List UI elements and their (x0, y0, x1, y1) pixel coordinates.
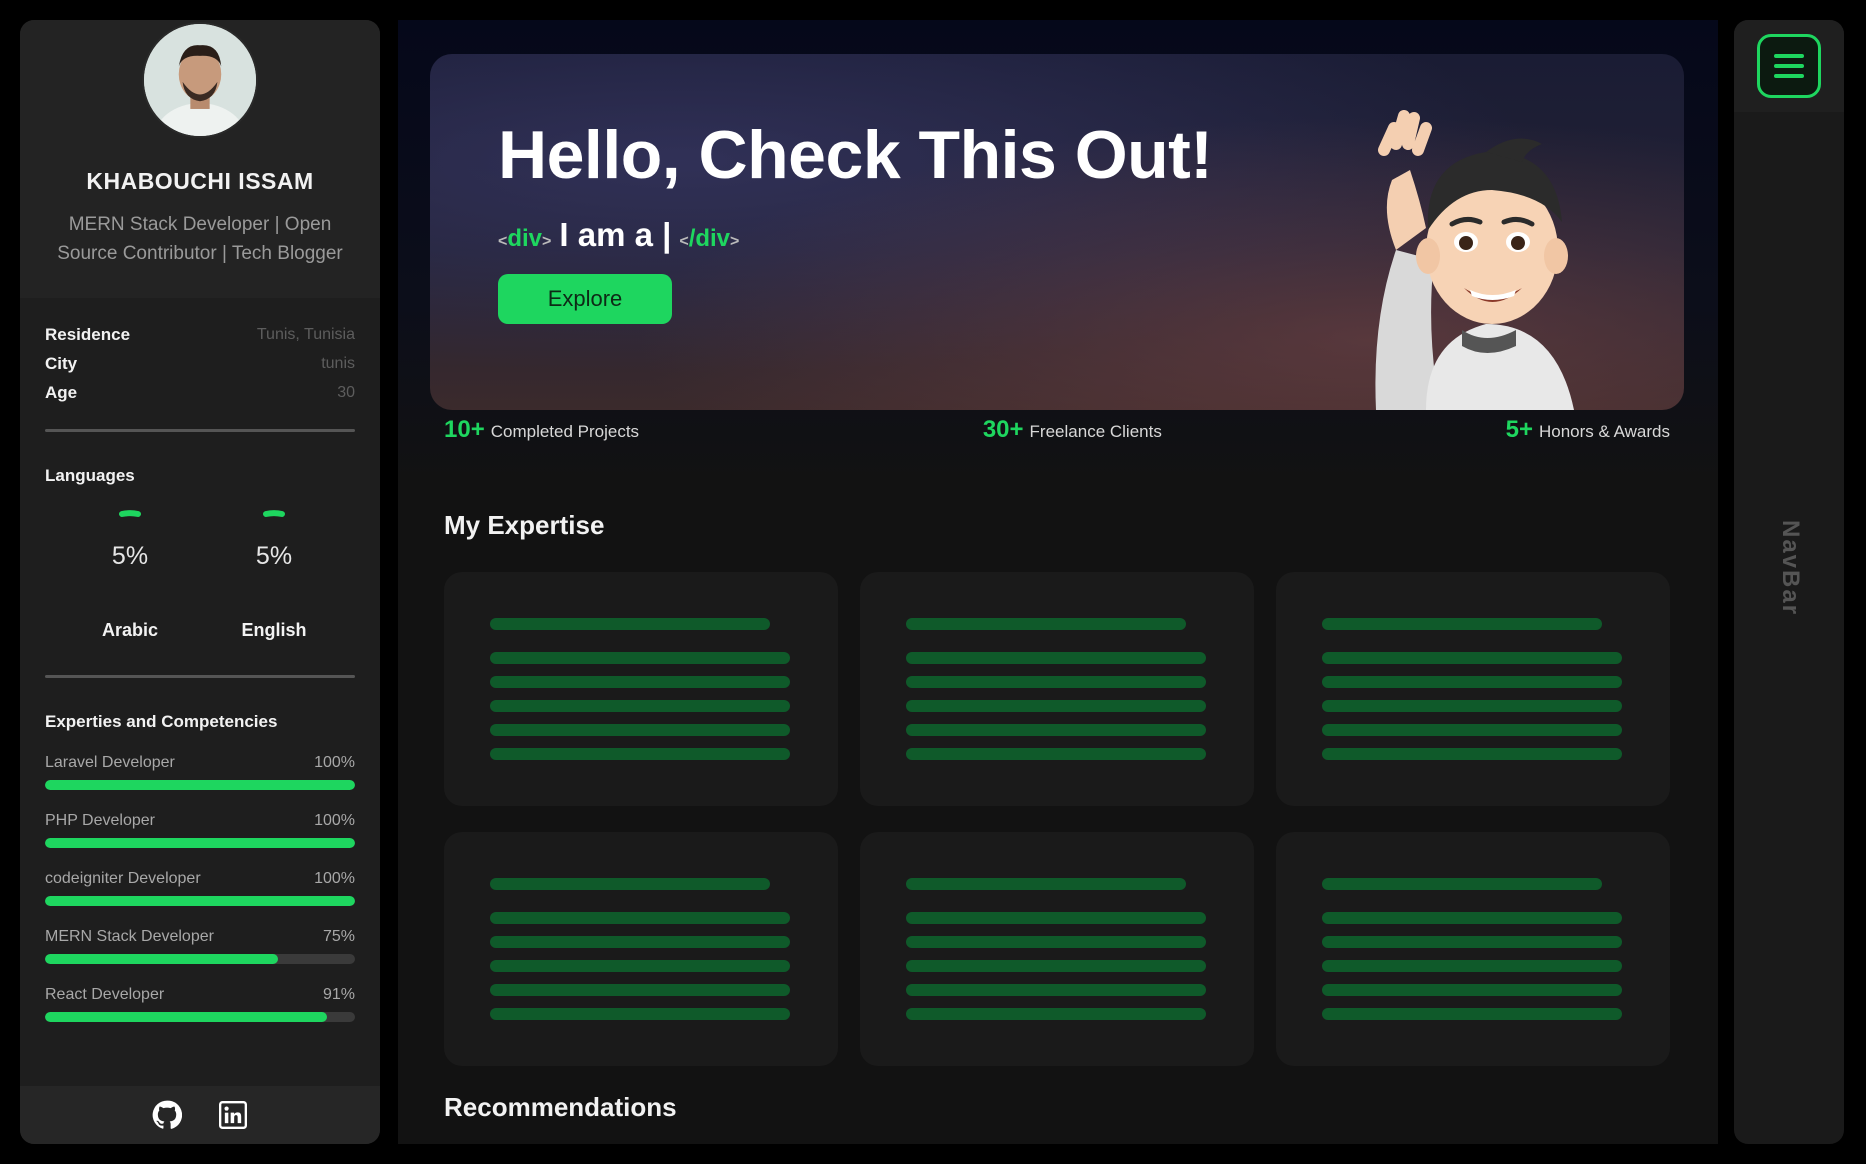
profile-sidebar: KHABOUCHI ISSAM MERN Stack Developer | O… (20, 20, 380, 1144)
language-progress-ring: 5% (58, 502, 202, 614)
divider (45, 675, 355, 678)
hero-section: Hello, Check This Out! <div> I am a | </… (398, 20, 1718, 486)
stat-projects: 10+ Completed Projects (444, 416, 639, 444)
skill-progress-bar (45, 954, 355, 964)
language-name: Arabic (101, 620, 159, 640)
divider (45, 429, 355, 432)
avatar-image (144, 24, 256, 136)
expertise-card-skeleton (860, 832, 1254, 1066)
skill-percent: 100% (314, 870, 355, 887)
close-tag: /div (688, 225, 731, 252)
expertise-grid (444, 572, 1670, 1066)
linkedin-icon[interactable] (218, 1100, 248, 1130)
skill-progress-bar (45, 1012, 355, 1022)
info-row-city: City tunis (45, 349, 355, 378)
github-icon[interactable] (152, 1100, 182, 1130)
recommendations-heading: Recommendations (444, 1092, 677, 1122)
skill-item: PHP Developer 100% (45, 812, 355, 848)
language-english: 5% English (202, 502, 346, 641)
expertise-card-skeleton (444, 572, 838, 806)
languages-title: Languages (45, 466, 135, 485)
stat-number: 30+ (982, 416, 1024, 443)
skill-item: codeigniter Developer 100% (45, 870, 355, 906)
skill-progress-fill (45, 838, 355, 848)
typed-text: I am a | (559, 216, 672, 253)
profile-name: KHABOUCHI ISSAM (86, 168, 314, 194)
info-row-residence: Residence Tunis, Tunisia (45, 320, 355, 349)
language-arabic: 5% Arabic (58, 502, 202, 641)
info-value: tunis (321, 354, 355, 372)
language-percent: 5% (111, 542, 149, 570)
navbar-label: NavBar (1777, 520, 1804, 617)
skill-progress-fill (45, 780, 355, 790)
skill-name: MERN Stack Developer (45, 928, 214, 945)
stat-awards: 5+ Honors & Awards (1506, 416, 1670, 444)
stat-clients: 30+ Freelance Clients (983, 416, 1162, 444)
skill-progress-fill (45, 954, 278, 964)
explore-button[interactable]: Explore (498, 274, 672, 324)
skill-item: Laravel Developer 100% (45, 754, 355, 790)
skill-percent: 75% (322, 928, 355, 945)
page: KHABOUCHI ISSAM MERN Stack Developer | O… (0, 0, 1866, 1164)
stat-label: Freelance Clients (1029, 422, 1162, 441)
skill-percent: 100% (314, 754, 355, 771)
expertise-card-skeleton (860, 572, 1254, 806)
skill-item: MERN Stack Developer 75% (45, 928, 355, 964)
social-links (20, 1086, 380, 1144)
profile-card: KHABOUCHI ISSAM MERN Stack Developer | O… (20, 20, 380, 298)
stat-label: Completed Projects (490, 422, 640, 441)
expertise-heading: My Expertise (444, 510, 605, 540)
skills-title: Experties and Competencies (45, 712, 278, 731)
expertise-card-skeleton (444, 832, 838, 1066)
stat-number: 10+ (444, 416, 485, 443)
profile-role: MERN Stack Developer | Open Source Contr… (57, 214, 343, 264)
skill-percent: 91% (322, 986, 355, 1003)
menu-button[interactable] (1757, 34, 1821, 98)
skill-name: React Developer (45, 986, 165, 1003)
stats-bar: 10+ Completed Projects 30+ Freelance Clien… (444, 416, 1670, 444)
info-list: Residence Tunis, Tunisia City tunis Age … (20, 298, 380, 407)
skill-percent: 100% (314, 812, 355, 829)
skill-progress-fill (45, 1012, 328, 1022)
skill-name: Laravel Developer (45, 754, 175, 771)
hero-title: Hello, Check This Out! (498, 117, 1213, 193)
languages-list: 5% Arabic 5% English (20, 502, 380, 641)
skill-name: PHP Developer (45, 812, 155, 829)
info-label: City (45, 353, 78, 373)
navbar: NavBar (1734, 20, 1844, 1144)
skill-progress-bar (45, 896, 355, 906)
open-tag: div (507, 225, 543, 252)
language-name: English (241, 620, 307, 640)
skill-progress-bar (45, 780, 355, 790)
hero-typed-text: <div> I am a | </div> (498, 216, 740, 253)
waving-memoji-image (1375, 110, 1574, 410)
skills-list: Laravel Developer 100% PHP Developer 100% … (20, 754, 380, 1022)
main-content: Hello, Check This Out! <div> I am a | </… (398, 20, 1718, 1144)
info-row-age: Age 30 (45, 378, 355, 407)
stat-number: 5+ (1505, 416, 1533, 443)
info-label: Age (45, 382, 78, 402)
hero-banner: Hello, Check This Out! <div> I am a | </… (430, 54, 1684, 410)
avatar (142, 22, 258, 138)
expertise-card-skeleton (1276, 572, 1670, 806)
info-value: Tunis, Tunisia (256, 325, 355, 343)
hamburger-icon (1774, 54, 1804, 58)
language-progress-ring: 5% (202, 502, 346, 614)
skill-name: codeigniter Developer (45, 870, 201, 887)
expertise-card-skeleton (1276, 832, 1670, 1066)
info-value: 30 (337, 383, 355, 401)
navbar-top (1734, 20, 1844, 112)
language-percent: 5% (255, 542, 293, 570)
skill-item: React Developer 91% (45, 986, 355, 1022)
info-label: Residence (45, 324, 131, 344)
skill-progress-fill (45, 896, 355, 906)
stat-label: Honors & Awards (1538, 422, 1670, 441)
skill-progress-bar (45, 838, 355, 848)
